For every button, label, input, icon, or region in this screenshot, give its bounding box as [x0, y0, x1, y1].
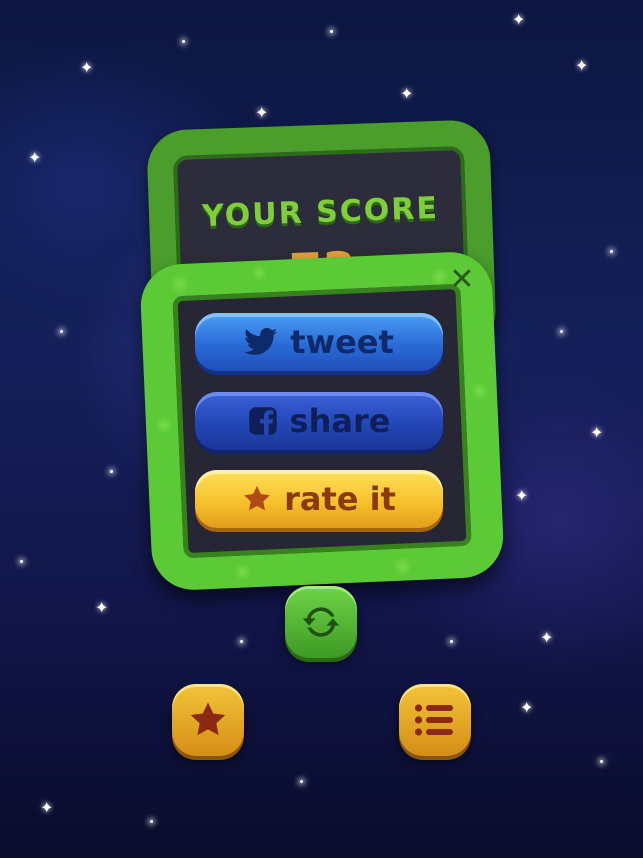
favorite-button[interactable]	[172, 684, 244, 756]
list-menu-icon	[414, 702, 456, 738]
star-icon	[242, 484, 272, 514]
share-label: share	[289, 402, 391, 440]
sparkle-star: ✦	[40, 798, 54, 817]
star	[610, 250, 613, 253]
sparkle-star: ✦	[80, 58, 94, 77]
star	[300, 780, 303, 783]
sparkle-star: ✦	[255, 103, 269, 122]
sparkle-star: ✦	[400, 84, 414, 103]
sparkle-star: ✦	[575, 56, 589, 75]
star	[600, 760, 603, 763]
sparkle-star: ✦	[515, 486, 529, 505]
twitter-bird-icon	[244, 328, 278, 356]
close-button[interactable]: ✕	[445, 263, 479, 297]
menu-button[interactable]	[399, 684, 471, 756]
sparkle-star: ✦	[540, 628, 554, 647]
star	[240, 640, 243, 643]
share-button[interactable]: share	[195, 392, 443, 450]
restart-button[interactable]	[285, 586, 357, 658]
refresh-icon	[299, 600, 343, 644]
sparkle-star: ✦	[512, 10, 526, 29]
star-icon	[188, 700, 228, 740]
rate-it-label: rate it	[284, 480, 396, 518]
sparkle-star: ✦	[590, 423, 604, 442]
star	[110, 470, 113, 473]
star	[450, 640, 453, 643]
star	[560, 330, 563, 333]
facebook-icon	[248, 406, 278, 436]
sparkle-star: ✦	[95, 598, 109, 617]
rate-it-button[interactable]: rate it	[195, 470, 443, 528]
sparkle-star: ✦	[28, 148, 42, 167]
sparkle-star: ✦	[520, 698, 534, 717]
star	[330, 30, 333, 33]
score-title: YOUR SCORE	[201, 190, 440, 235]
tweet-button[interactable]: tweet	[195, 313, 443, 371]
star	[20, 560, 23, 563]
star	[182, 40, 185, 43]
tweet-label: tweet	[290, 323, 394, 361]
star	[60, 330, 63, 333]
star	[150, 820, 153, 823]
